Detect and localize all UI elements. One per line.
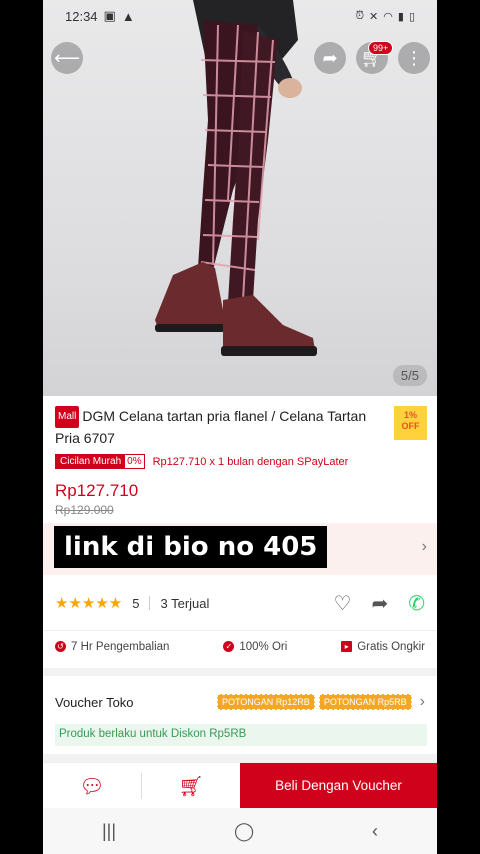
rating-value: 5 bbox=[132, 595, 140, 611]
product-title: DGM Celana tartan pria flanel / Celana T… bbox=[55, 408, 367, 446]
voucher-tag[interactable]: POTONGAN Rp12RB bbox=[216, 694, 315, 710]
voucher-tag[interactable]: POTONGAN Rp5RB bbox=[318, 694, 412, 710]
benefit-label: 100% Ori bbox=[239, 640, 288, 653]
voucher-row[interactable]: Voucher Toko POTONGAN Rp12RB POTONGAN Rp… bbox=[43, 680, 437, 724]
star-rating: ★★★★★ bbox=[55, 595, 123, 612]
heart-icon[interactable]: ♡ bbox=[334, 591, 352, 616]
section-divider bbox=[43, 668, 437, 676]
original-price: Rp129.000 bbox=[55, 503, 114, 517]
buy-with-voucher-button[interactable]: Beli Dengan Voucher bbox=[240, 763, 437, 808]
installment-label: Cicilan Murah bbox=[56, 455, 126, 468]
benefit-label: 7 Hr Pengembalian bbox=[71, 640, 170, 653]
overlay-caption: link di bio no 405 bbox=[54, 526, 328, 568]
battery-icon: ▯ bbox=[408, 10, 415, 23]
truck-icon: ▸ bbox=[341, 641, 353, 652]
app-screen: ⟵ ➦ 🛒︎ 99+ ⋮ 5/5 12:34 ▣ ▲ ⏰︎ ✕ ◠ ▮ ▯ Ma… bbox=[43, 0, 437, 854]
sold-count: 3 Terjual bbox=[160, 595, 210, 611]
product-price: Rp127.710 bbox=[55, 481, 139, 500]
image-page-indicator: 5/5 bbox=[392, 365, 427, 386]
cart-plus-icon: 🛒︎ bbox=[178, 775, 204, 798]
discount-note: Produk berlaku untuk Diskon Rp5RB bbox=[55, 724, 427, 746]
share-icon[interactable]: ➦ bbox=[371, 591, 388, 616]
recents-icon[interactable]: ||| bbox=[102, 821, 116, 842]
bottom-action-bar: 💬︎ 🛒︎ Beli Dengan Voucher bbox=[43, 762, 437, 808]
back-button[interactable]: ⟵ bbox=[51, 42, 83, 74]
add-to-cart-button[interactable]: 🛒︎ bbox=[142, 763, 240, 809]
chat-button[interactable]: 💬︎ bbox=[43, 763, 141, 809]
signal-icon: ▮ bbox=[397, 10, 404, 23]
product-info: Mall DGM Celana tartan pria flanel / Cela… bbox=[43, 396, 437, 762]
benefits-row[interactable]: ↺ 7 Hr Pengembalian ✓ 100% Ori ▸ Gratis Ong… bbox=[43, 630, 437, 662]
clock: 12:34 bbox=[65, 8, 98, 24]
chevron-right-icon: › bbox=[419, 693, 425, 710]
promo-row[interactable]: link di bio no 405 › bbox=[43, 523, 437, 575]
alarm-icon: ⏰︎ bbox=[355, 9, 365, 22]
product-title-row: Mall DGM Celana tartan pria flanel / Cela… bbox=[43, 396, 437, 448]
shield-icon: ✓ bbox=[223, 641, 235, 652]
rating-row: ★★★★★ 5 3 Terjual ♡ ➦ ✆ bbox=[43, 583, 437, 623]
image-icon: ▣ bbox=[103, 8, 116, 23]
chevron-right-icon: › bbox=[421, 538, 427, 555]
share-icon: ➦ bbox=[322, 47, 338, 68]
warning-icon: ▲ bbox=[121, 8, 135, 24]
product-image[interactable]: ⟵ ➦ 🛒︎ 99+ ⋮ 5/5 bbox=[43, 0, 437, 396]
return-icon: ↺ bbox=[55, 641, 66, 652]
discount-off-label: OFF bbox=[401, 421, 420, 431]
discount-percent: 1% bbox=[403, 410, 417, 420]
more-vertical-icon: ⋮ bbox=[405, 47, 423, 68]
benefit-original: ✓ 100% Ori bbox=[223, 641, 287, 653]
home-icon[interactable]: ◯ bbox=[234, 821, 254, 842]
wifi-icon: ◠ bbox=[383, 10, 393, 23]
benefit-shipping: ▸ Gratis Ongkir bbox=[341, 641, 425, 653]
installment-text: Rp127.710 x 1 bulan dengan SPayLater bbox=[152, 455, 349, 468]
arrow-left-icon: ⟵ bbox=[54, 47, 80, 68]
chat-icon: 💬︎ bbox=[79, 775, 105, 798]
discount-flag: 1% OFF bbox=[394, 406, 427, 440]
mute-icon: ✕ bbox=[369, 10, 379, 23]
android-nav-bar: ||| ◯ ‹ bbox=[43, 808, 437, 854]
cart-count-badge: 99+ bbox=[368, 41, 394, 55]
status-bar: 12:34 ▣ ▲ ⏰︎ ✕ ◠ ▮ ▯ bbox=[43, 0, 437, 32]
section-divider bbox=[43, 754, 437, 762]
share-button[interactable]: ➦ bbox=[314, 42, 346, 74]
benefit-return: ↺ 7 Hr Pengembalian bbox=[55, 641, 169, 653]
more-button[interactable]: ⋮ bbox=[398, 42, 430, 74]
back-icon[interactable]: ‹ bbox=[372, 821, 378, 842]
installment-badge: Cicilan Murah 0% bbox=[55, 454, 145, 469]
voucher-label: Voucher Toko bbox=[55, 694, 134, 710]
whatsapp-icon[interactable]: ✆ bbox=[408, 591, 425, 616]
mall-badge: Mall bbox=[55, 406, 80, 428]
installment-rate: 0% bbox=[127, 456, 142, 467]
benefit-label: Gratis Ongkir bbox=[357, 640, 425, 653]
divider bbox=[149, 596, 151, 610]
installment-row[interactable]: Cicilan Murah 0% Rp127.710 x 1 bulan deng… bbox=[43, 448, 437, 469]
